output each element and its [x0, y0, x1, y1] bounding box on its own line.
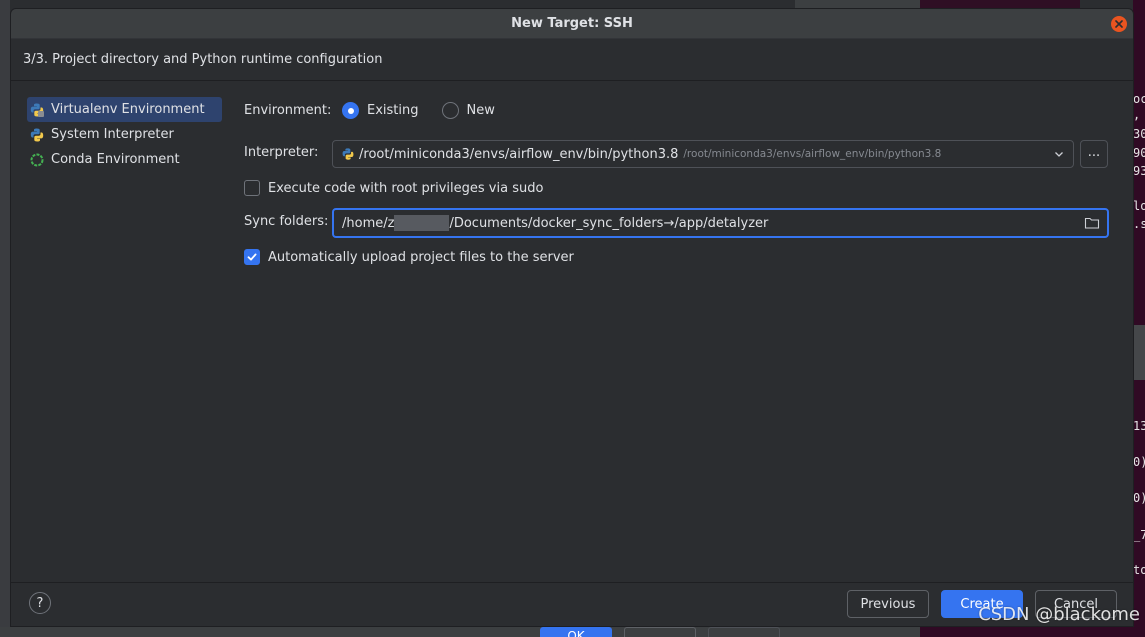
sidebar-item-conda[interactable]: Conda Environment — [27, 147, 222, 172]
python-virtualenv-icon — [29, 102, 45, 118]
sync-folders-field[interactable]: /home/z /Documents/docker_sync_folders→/… — [332, 208, 1109, 238]
new-radio-label[interactable]: New — [467, 103, 495, 118]
chevron-down-icon — [1053, 148, 1065, 164]
background-apply-button — [708, 627, 780, 637]
sync-path-suffix: /Documents/docker_sync_folders→/app/deta… — [449, 215, 769, 231]
terminal-line: oc — [1133, 92, 1145, 106]
interpreter-label: Interpreter: — [244, 145, 319, 160]
dialog-footer: ? Previous Create Cancel — [11, 582, 1133, 626]
terminal-line: , — [1133, 108, 1141, 122]
sudo-row: Execute code with root privileges via su… — [244, 180, 543, 196]
background-terminal-top — [920, 0, 1080, 8]
browse-interpreter-button[interactable]: ... — [1080, 140, 1108, 168]
dialog-titlebar: New Target: SSH — [11, 9, 1133, 39]
new-target-dialog: New Target: SSH 3/3. Project directory a… — [10, 8, 1134, 627]
conda-icon — [29, 152, 45, 168]
upload-checkbox[interactable] — [244, 249, 260, 265]
folder-icon[interactable] — [1084, 216, 1100, 234]
sidebar-item-label: Virtualenv Environment — [51, 102, 205, 117]
environment-row: Environment: Existing New — [244, 102, 495, 119]
background-top-strip — [795, 0, 920, 8]
redacted-username — [394, 215, 450, 231]
python-icon — [341, 147, 355, 161]
sidebar-item-system-interpreter[interactable]: System Interpreter — [27, 122, 222, 147]
sync-folders-label: Sync folders: — [244, 214, 329, 229]
sidebar-item-virtualenv[interactable]: Virtualenv Environment — [27, 97, 222, 122]
terminal-line: lo — [1133, 199, 1145, 213]
background-cancel-button — [624, 627, 696, 637]
python-icon — [29, 127, 45, 143]
terminal-line: 0) — [1133, 491, 1145, 505]
terminal-line: 93 — [1133, 164, 1145, 178]
close-button[interactable] — [1111, 16, 1127, 32]
terminal-line: 0) — [1133, 455, 1145, 469]
sidebar-item-label: System Interpreter — [51, 127, 174, 142]
previous-button[interactable]: Previous — [847, 590, 929, 618]
environment-label: Environment: — [244, 103, 332, 118]
environment-type-list: Virtualenv Environment System Interprete… — [27, 97, 222, 172]
sudo-checkbox-label[interactable]: Execute code with root privileges via su… — [268, 181, 543, 196]
watermark: CSDN @blackome — [978, 604, 1140, 625]
background-terminal-scroll — [1133, 325, 1145, 380]
sudo-checkbox[interactable] — [244, 180, 260, 196]
sync-folders-row: Sync folders: — [244, 214, 328, 229]
close-icon — [1115, 20, 1123, 28]
terminal-line: 90 — [1133, 146, 1145, 160]
terminal-line: _7 — [1133, 528, 1145, 542]
upload-row: Automatically upload project files to th… — [244, 249, 574, 265]
terminal-line: .s — [1133, 217, 1145, 231]
upload-checkbox-label[interactable]: Automatically upload project files to th… — [268, 250, 574, 265]
interpreter-path: /root/miniconda3/envs/airflow_env/bin/py… — [359, 146, 679, 162]
terminal-line: to — [1133, 563, 1145, 577]
interpreter-dropdown[interactable]: /root/miniconda3/envs/airflow_env/bin/py… — [332, 140, 1074, 168]
background-ok-button: OK — [540, 627, 612, 637]
step-header: 3/3. Project directory and Python runtim… — [11, 39, 1133, 81]
dialog-title: New Target: SSH — [511, 16, 633, 31]
interpreter-path-hint: /root/miniconda3/envs/airflow_env/bin/py… — [683, 148, 942, 160]
sidebar-item-label: Conda Environment — [51, 152, 180, 167]
new-radio[interactable] — [441, 102, 459, 119]
background-left — [0, 0, 10, 637]
existing-radio-label[interactable]: Existing — [367, 103, 419, 118]
existing-radio[interactable] — [342, 102, 359, 119]
interpreter-row: Interpreter: — [244, 145, 318, 160]
help-button[interactable]: ? — [29, 592, 51, 614]
checkmark-icon — [247, 253, 257, 261]
sync-path-prefix: /home/z — [342, 215, 395, 231]
background-terminal-bottom — [920, 627, 1145, 637]
terminal-line: 30 — [1133, 127, 1145, 141]
terminal-line: 13 — [1133, 419, 1145, 433]
